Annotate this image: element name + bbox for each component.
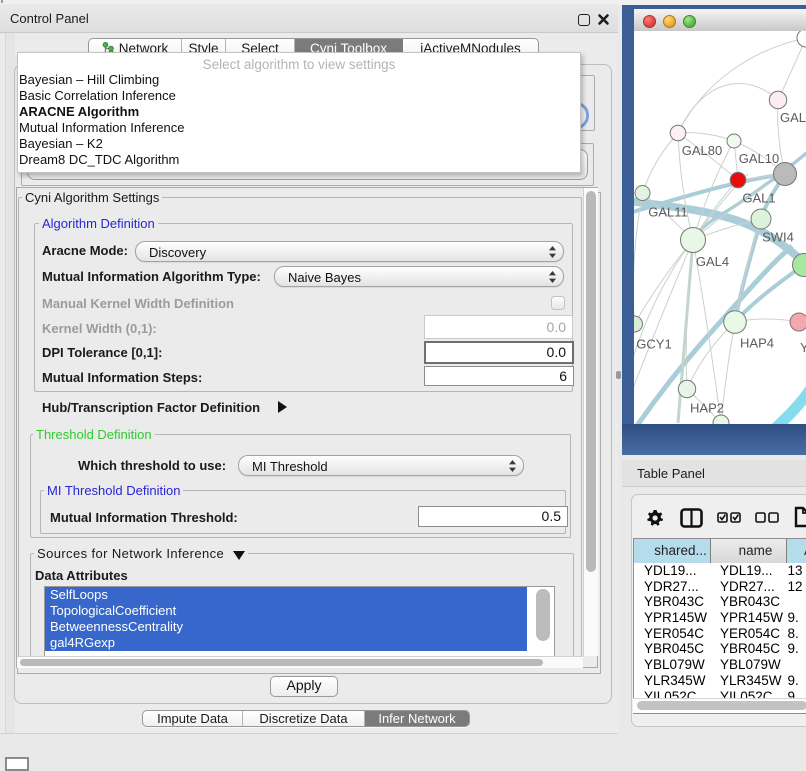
svg-text:GAL7: GAL7 <box>780 110 806 125</box>
svg-text:GAL4: GAL4 <box>696 254 729 269</box>
svg-text:GCY1: GCY1 <box>636 337 671 352</box>
svg-text:GAL80: GAL80 <box>682 143 722 158</box>
svg-text:GAL11: GAL11 <box>648 205 688 220</box>
svg-text:GAL10: GAL10 <box>739 151 779 166</box>
svg-text:HAP2: HAP2 <box>690 401 724 416</box>
svg-text:SWI4: SWI4 <box>762 230 794 245</box>
svg-text:HAP4: HAP4 <box>740 336 774 351</box>
svg-text:GAL1: GAL1 <box>742 191 775 206</box>
svg-text:Y: Y <box>800 340 806 355</box>
